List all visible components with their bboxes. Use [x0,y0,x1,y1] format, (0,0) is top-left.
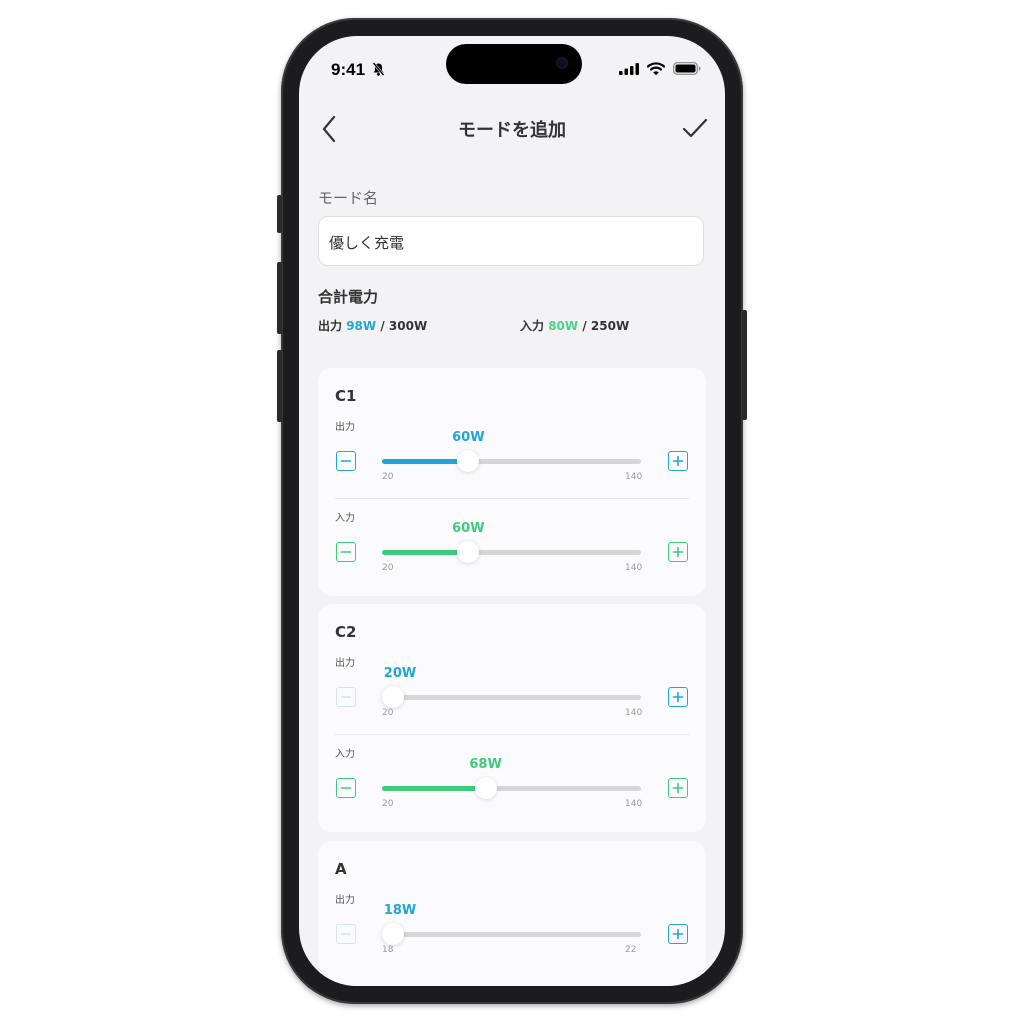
input-slider-track[interactable] [382,777,641,799]
minus-icon [340,460,352,462]
output-increase-button[interactable] [668,924,688,944]
output-slider-thumb[interactable] [382,686,404,708]
output-slider-thumb[interactable] [382,923,404,945]
output-slider-row: 出力 60W 20 140 [318,418,706,498]
slider-min-label: 20 [382,708,394,718]
status-time: 9:41 [331,60,385,80]
port-card-c2: C2 出力 20W 20 140 入力 68W 20 140 [318,604,706,832]
input-slider-fill [382,786,486,791]
input-increase-button[interactable] [668,778,688,798]
output-slider-row: 出力 18W 18 22 [318,891,706,971]
output-slider-track[interactable] [382,450,641,472]
plus-icon [672,455,684,467]
slider-max-label: 140 [625,799,643,809]
signal-icon [619,62,639,75]
total-output-label: 出力 [318,319,343,333]
input-label: 入力 [335,749,355,760]
output-value: 60W [452,430,485,445]
slider-max-label: 140 [625,708,643,718]
app-screen: 9:41 モードを追加 モード名 優しく充電 合計電力 出力 98W / 300… [299,36,725,986]
minus-icon [340,551,352,553]
camera-icon [556,57,568,69]
plus-icon [672,691,684,703]
slider-max-label: 140 [625,472,643,482]
plus-icon [672,928,684,940]
output-label: 出力 [335,658,355,669]
output-increase-button[interactable] [668,687,688,707]
mode-name-value: 優しく充電 [329,234,405,252]
wifi-icon [647,62,665,75]
input-value: 68W [469,757,502,772]
slider-min-label: 20 [382,472,394,482]
checkmark-icon [682,118,708,138]
total-input-value: 80W [548,319,579,333]
total-input-summary: 入力 80W / 250W [520,317,629,334]
total-input-max: / 250W [582,319,630,333]
port-card-a: A 出力 18W 18 22 [318,841,706,986]
port-card-c1: C1 出力 60W 20 140 入力 60W 20 140 [318,368,706,596]
total-output-value: 98W [346,319,377,333]
output-increase-button[interactable] [668,451,688,471]
dynamic-island [446,44,582,84]
output-slider-fill [382,459,469,464]
slider-max-label: 22 [625,945,637,955]
plus-icon [672,546,684,558]
bell-slash-icon [372,62,385,76]
input-slider-thumb[interactable] [457,541,480,563]
output-slider-row: 出力 20W 20 140 [318,654,706,734]
volume-down-button [277,350,282,422]
action-button [277,195,282,233]
input-label: 入力 [335,513,355,524]
output-decrease-button[interactable] [336,924,356,944]
input-slider-track[interactable] [382,541,641,563]
page-title: モードを追加 [458,120,566,141]
total-output-summary: 出力 98W / 300W [318,317,427,334]
input-decrease-button[interactable] [336,542,356,562]
slider-min-label: 20 [382,799,394,809]
output-decrease-button[interactable] [336,451,356,471]
slider-max-label: 140 [625,563,643,573]
input-slider-thumb[interactable] [474,777,497,799]
plus-icon [672,782,684,794]
minus-icon [340,787,352,789]
input-increase-button[interactable] [668,542,688,562]
input-slider-row: 入力 68W 20 140 [318,745,706,825]
battery-icon [673,62,701,75]
minus-icon [340,933,352,935]
confirm-button[interactable] [681,116,709,142]
port-title: C2 [335,623,357,641]
output-value: 18W [383,903,417,918]
output-slider-track[interactable] [382,923,641,945]
output-label: 出力 [335,895,355,906]
mode-name-label: モード名 [318,189,379,207]
mode-name-input[interactable]: 優しく充電 [318,216,704,266]
row-divider [335,498,689,499]
slider-min-label: 20 [382,563,394,573]
volume-up-button [277,262,282,334]
input-slider-row: 入力 60W 20 140 [318,509,706,589]
input-decrease-button[interactable] [336,778,356,798]
input-value: 60W [452,521,485,536]
output-slider-track[interactable] [382,686,641,708]
status-icons [619,62,701,75]
input-slider-fill [382,550,469,555]
minus-icon [340,696,352,698]
slider-min-label: 18 [382,945,394,955]
total-output-max: / 300W [380,319,428,333]
port-title: C1 [335,387,357,405]
output-label: 出力 [335,422,355,433]
total-power-label: 合計電力 [318,288,379,306]
port-title: A [335,860,347,878]
output-slider-thumb[interactable] [457,450,480,472]
output-value: 20W [383,666,417,681]
power-button [742,310,747,420]
total-input-label: 入力 [520,319,545,333]
row-divider [335,734,689,735]
output-decrease-button[interactable] [336,687,356,707]
